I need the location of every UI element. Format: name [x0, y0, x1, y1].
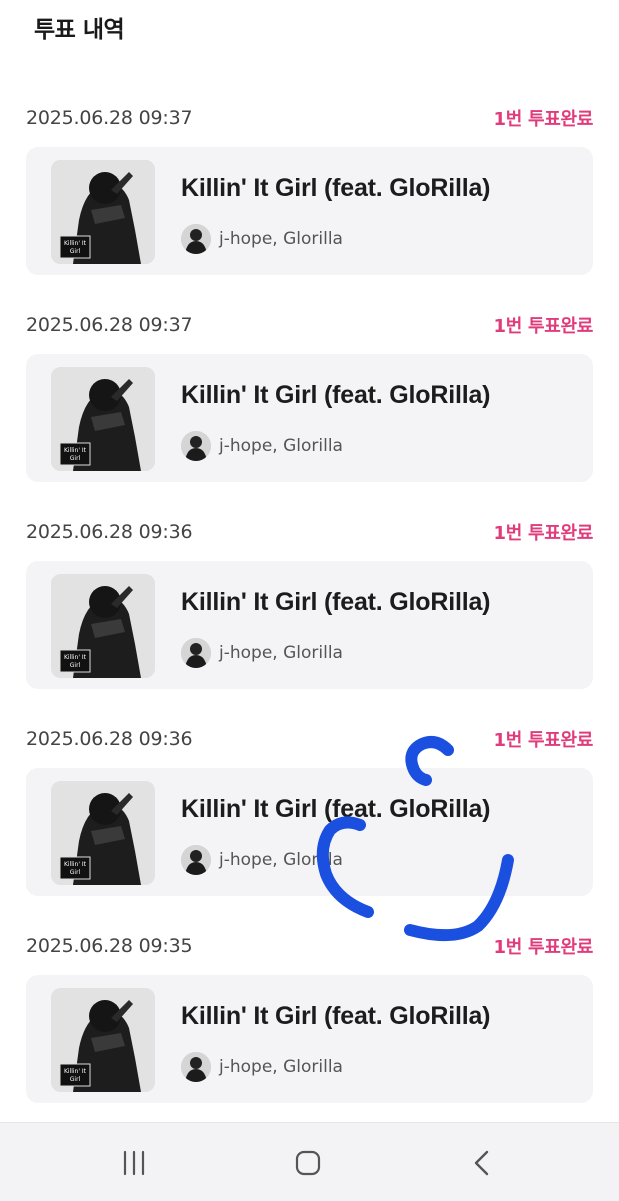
vote-status: 1번 투표완료 [493, 730, 594, 751]
recent-apps-icon [123, 1150, 145, 1176]
system-navigation-bar [0, 1122, 619, 1201]
list-item: 2025.06.28 09:37 1번 투표완료 Killin' It Girl… [0, 297, 619, 504]
svg-text:Killin' It: Killin' It [64, 654, 87, 661]
vote-date: 2025.06.28 09:37 [26, 107, 193, 129]
song-card[interactable]: Killin' It Girl Killin' It Girl (feat. G… [26, 354, 593, 482]
artist-name: j-hope, Glorilla [219, 643, 343, 663]
artist-name: j-hope, Glorilla [219, 850, 343, 870]
vote-status: 1번 투표완료 [493, 937, 594, 958]
song-title: Killin' It Girl (feat. GloRilla) [181, 381, 491, 409]
vote-status: 1번 투표완료 [493, 523, 594, 544]
svg-text:Killin' It: Killin' It [64, 447, 87, 454]
list-item: 2025.06.28 09:36 1번 투표완료 Killin' It Girl… [0, 711, 619, 918]
album-art: Killin' It Girl [51, 367, 155, 471]
artist-name: j-hope, Glorilla [219, 229, 343, 249]
svg-text:Girl: Girl [70, 1076, 81, 1083]
vote-status: 1번 투표완료 [493, 109, 594, 130]
back-button[interactable] [452, 1143, 512, 1183]
album-art: Killin' It Girl [51, 988, 155, 1092]
vote-status: 1번 투표완료 [493, 316, 594, 337]
svg-text:Killin' It: Killin' It [64, 1068, 87, 1075]
vote-date: 2025.06.28 09:37 [26, 314, 193, 336]
song-title: Killin' It Girl (feat. GloRilla) [181, 588, 491, 616]
artist-name: j-hope, Glorilla [219, 1057, 343, 1077]
svg-text:Girl: Girl [70, 455, 81, 462]
home-icon [295, 1150, 321, 1176]
song-title: Killin' It Girl (feat. GloRilla) [181, 174, 491, 202]
vote-date: 2025.06.28 09:36 [26, 728, 193, 750]
song-title: Killin' It Girl (feat. GloRilla) [181, 1002, 491, 1030]
artist-avatar [181, 1052, 211, 1082]
artist-name: j-hope, Glorilla [219, 436, 343, 456]
song-card[interactable]: Killin' It Girl Killin' It Girl (feat. G… [26, 561, 593, 689]
svg-text:Girl: Girl [70, 869, 81, 876]
artist-avatar [181, 431, 211, 461]
svg-text:Killin' It: Killin' It [64, 861, 87, 868]
album-art: Killin' It Girl [51, 781, 155, 885]
page-title: 투표 내역 [34, 17, 125, 43]
home-button[interactable] [278, 1143, 338, 1183]
album-art: Killin' It Girl [51, 574, 155, 678]
list-item: 2025.06.28 09:35 1번 투표완료 Killin' It Girl… [0, 918, 619, 1125]
album-art: Killin' It Girl [51, 160, 155, 264]
artist-avatar [181, 224, 211, 254]
song-card[interactable]: Killin' It Girl Killin' It Girl (feat. G… [26, 975, 593, 1103]
vote-date: 2025.06.28 09:36 [26, 521, 193, 543]
artist-avatar [181, 638, 211, 668]
vote-history-list: 2025.06.28 09:37 1번 투표완료 Killin' It Girl… [0, 90, 619, 1125]
back-icon [474, 1150, 489, 1176]
svg-text:Girl: Girl [70, 662, 81, 669]
list-item: 2025.06.28 09:37 1번 투표완료 Killin' It Girl… [0, 90, 619, 297]
song-card[interactable]: Killin' It Girl Killin' It Girl (feat. G… [26, 147, 593, 275]
svg-text:Killin' It: Killin' It [64, 240, 87, 247]
artist-avatar [181, 845, 211, 875]
svg-text:Girl: Girl [70, 248, 81, 255]
recent-apps-button[interactable] [104, 1143, 164, 1183]
song-title: Killin' It Girl (feat. GloRilla) [181, 795, 491, 823]
vote-date: 2025.06.28 09:35 [26, 935, 193, 957]
list-item: 2025.06.28 09:36 1번 투표완료 Killin' It Girl… [0, 504, 619, 711]
song-card[interactable]: Killin' It Girl Killin' It Girl (feat. G… [26, 768, 593, 896]
